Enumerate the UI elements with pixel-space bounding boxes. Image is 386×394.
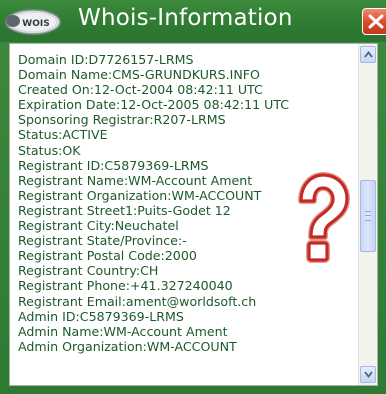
whois-line: Registrant Email:ament@worldsoft.ch: [18, 293, 257, 309]
whois-line: Created On:12-Oct-2004 08:42:11 UTC: [18, 82, 263, 98]
whois-line: Domain Name:CMS-GRUNDKURS.INFO: [18, 67, 260, 83]
logo-text: WOIS: [22, 19, 49, 29]
close-icon: [368, 14, 384, 29]
scroll-down-button[interactable]: [360, 366, 376, 383]
whois-text-area[interactable]: Domain ID:D7726157-LRMS Domain Name:CMS-…: [9, 43, 378, 386]
whois-line: Admin Name:WM-Account Ament: [18, 323, 228, 339]
whois-line: Expiration Date:12-Oct-2005 08:42:11 UTC: [18, 97, 290, 113]
whois-line: Status:ACTIVE: [18, 127, 108, 143]
whois-line: Admin ID:C5879369-LRMS: [18, 308, 184, 324]
scroll-up-button[interactable]: [360, 46, 376, 63]
scroll-thumb[interactable]: [360, 180, 376, 252]
whois-line: Registrant Phone:+41.327240040: [18, 278, 233, 294]
vertical-scrollbar[interactable]: [358, 44, 377, 385]
whois-line: Admin Organization:WM-ACCOUNT: [18, 338, 237, 354]
whois-line: Domain ID:D7726157-LRMS: [18, 52, 194, 67]
magnifier-icon: WOIS: [5, 9, 61, 35]
window-title: Whois-Information: [78, 5, 293, 31]
whois-line: Sponsoring Registrar:R207-LRMS: [18, 112, 226, 128]
whois-window: WOIS Whois-Information Domain ID:D772615…: [0, 0, 386, 394]
title-bar[interactable]: WOIS Whois-Information: [0, 0, 386, 42]
arrow-up-icon: [364, 51, 373, 58]
close-button[interactable]: [362, 8, 386, 35]
arrow-down-icon: [364, 371, 373, 378]
whois-logo: WOIS: [3, 7, 63, 37]
whois-line: Status:OK: [18, 142, 81, 158]
question-mark-icon: [298, 172, 350, 263]
scroll-grip: [365, 211, 371, 221]
